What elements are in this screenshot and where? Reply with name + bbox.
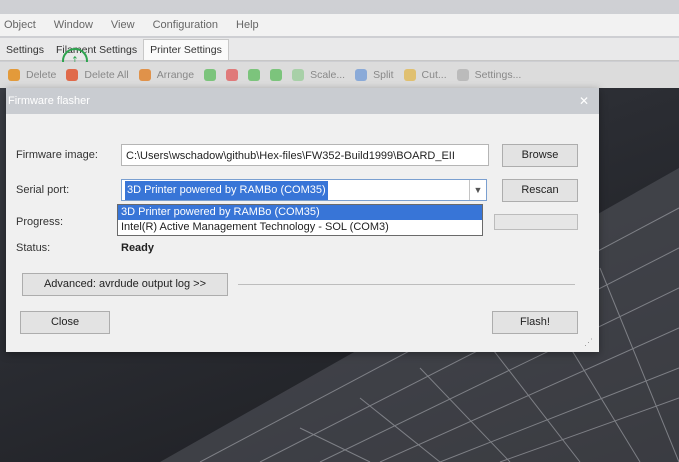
rotate-right-button[interactable]	[270, 69, 283, 81]
progress-label: Progress:	[16, 216, 64, 228]
status-label: Status:	[16, 242, 51, 254]
status-value: Ready	[121, 242, 155, 254]
dropdown-option[interactable]: 3D Printer powered by RAMBo (COM35)	[118, 205, 482, 220]
gear-icon	[456, 69, 469, 81]
delete-all-icon	[66, 69, 79, 81]
firmware-flasher-dialog: Firmware flasher ✕ Firmware image: C:\Us…	[6, 88, 599, 352]
menu-view[interactable]: View	[111, 19, 135, 31]
dropdown-option[interactable]: Intel(R) Active Management Technology - …	[118, 220, 482, 235]
dialog-titlebar: Firmware flasher ✕	[6, 88, 599, 114]
tab-settings[interactable]: Settings	[0, 40, 50, 60]
dialog-title: Firmware flasher	[8, 95, 90, 107]
flash-button[interactable]: Flash!	[492, 311, 578, 334]
toolbar: Delete Delete All Arrange Scale... Split…	[0, 62, 679, 88]
divider	[238, 284, 575, 285]
delete-button[interactable]: Delete	[8, 69, 56, 81]
tab-bar: Settings Filament Settings Printer Setti…	[0, 38, 679, 61]
delete-all-button[interactable]: Delete All	[66, 69, 129, 81]
arrange-icon	[138, 69, 151, 81]
cut-button[interactable]: Cut...	[403, 69, 447, 81]
scale-button[interactable]: Scale...	[292, 69, 345, 81]
delete-icon	[8, 69, 20, 81]
rotate-left-button[interactable]	[248, 69, 261, 81]
progress-bar	[494, 214, 578, 230]
scale-icon	[292, 69, 305, 81]
chevron-down-icon[interactable]: ▼	[469, 180, 486, 200]
arrange-button[interactable]: Arrange	[138, 69, 194, 81]
serial-port-value: 3D Printer powered by RAMBo (COM35)	[125, 181, 328, 200]
status-row: Status: Ready	[16, 242, 154, 254]
minus-icon	[226, 69, 239, 81]
split-icon	[355, 69, 368, 81]
split-button[interactable]: Split	[355, 69, 394, 81]
menu-bar: Object Window View Configuration Help	[0, 14, 679, 36]
menu-object[interactable]: Object	[4, 19, 36, 31]
menu-configuration[interactable]: Configuration	[153, 19, 218, 31]
remove-instance-button[interactable]	[226, 69, 239, 81]
rotate-right-icon	[270, 69, 283, 81]
resize-grip-icon[interactable]: ⋰	[584, 337, 593, 348]
tab-printer-settings[interactable]: Printer Settings	[143, 39, 229, 60]
settings-button[interactable]: Settings...	[456, 69, 521, 81]
firmware-image-field[interactable]: C:\Users\wschadow\github\Hex-files\FW352…	[121, 144, 489, 166]
serial-port-row: Serial port: 3D Printer powered by RAMBo…	[16, 179, 487, 201]
menu-help[interactable]: Help	[236, 19, 259, 31]
add-instance-button[interactable]	[204, 69, 217, 81]
progress-row: Progress:	[16, 216, 121, 228]
firmware-image-row: Firmware image: C:\Users\wschadow\github…	[16, 144, 489, 166]
serial-port-dropdown: 3D Printer powered by RAMBo (COM35) Inte…	[117, 204, 483, 236]
rescan-button[interactable]: Rescan	[502, 179, 578, 202]
menu-window[interactable]: Window	[54, 19, 93, 31]
rotate-left-icon	[248, 69, 261, 81]
cut-icon	[403, 69, 416, 81]
serial-port-label: Serial port:	[16, 184, 70, 196]
serial-port-select[interactable]: 3D Printer powered by RAMBo (COM35) ▼	[121, 179, 487, 201]
firmware-image-label: Firmware image:	[16, 149, 98, 161]
close-button[interactable]: Close	[20, 311, 110, 334]
advanced-log-button[interactable]: Advanced: avrdude output log >>	[22, 273, 228, 296]
browse-button[interactable]: Browse	[502, 144, 578, 167]
plus-icon	[204, 69, 217, 81]
close-icon[interactable]: ✕	[579, 94, 589, 108]
